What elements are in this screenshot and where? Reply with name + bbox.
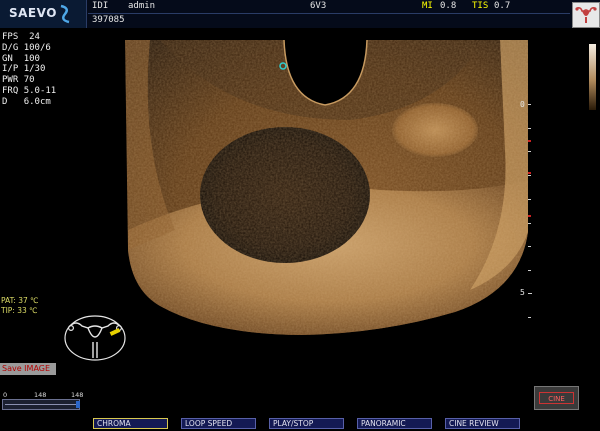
tip-temp: TIP: 33 ℃	[1, 306, 38, 315]
header-bar: SAEVO IDI admin 6V3 MI 0.8 TIS 0.7 39708…	[0, 0, 600, 28]
cine-slider[interactable]	[2, 399, 80, 410]
softkey-cine-review[interactable]: CINE REVIEW	[445, 418, 520, 429]
user-label: IDI	[92, 1, 109, 11]
param-pwr: PWR 70	[2, 75, 35, 86]
cine-label: CINE	[539, 392, 574, 404]
imaging-parameters: FPS 24 D/G 100/6 GN 100 I/P 1/30 PWR 70 …	[2, 32, 56, 108]
mi-label: MI	[422, 1, 433, 11]
param-depth: D 6.0cm	[2, 96, 51, 107]
depth-label-0: 0	[520, 100, 525, 109]
temperature-readout: PAT: 37 ℃ TIP: 33 ℃	[1, 296, 39, 316]
patient-temp: PAT: 37 ℃	[1, 296, 39, 305]
slider-track-line	[5, 404, 77, 405]
softkey-chroma[interactable]: CHROMA	[93, 418, 168, 429]
pelvic-bodymark-icon[interactable]	[62, 312, 128, 364]
uterus-button[interactable]	[572, 2, 600, 28]
logo: SAEVO	[0, 0, 87, 28]
user-name: admin	[128, 1, 156, 11]
header-row-top: IDI admin 6V3 MI 0.8 TIS 0.7	[88, 0, 570, 14]
slider-min: 0	[3, 391, 8, 399]
slider-handle[interactable]	[76, 401, 80, 408]
param-dg: D/G 100/6	[2, 42, 51, 53]
param-ip: I/P 1/30	[2, 64, 46, 75]
softkey-play-stop[interactable]: PLAY/STOP	[269, 418, 344, 429]
grayscale-bar	[589, 44, 596, 110]
header-row-bottom: 397085	[88, 14, 570, 27]
mi-value: 0.8	[440, 1, 457, 11]
uterus-icon	[575, 7, 597, 23]
softkey-panoramic[interactable]: PANORAMIC	[357, 418, 432, 429]
saevo-logo-icon	[60, 4, 70, 24]
param-frq: FRQ 5.0-11	[2, 85, 57, 96]
param-fps: FPS 24	[2, 32, 40, 42]
slider-max: 148	[71, 391, 84, 399]
logo-text: SAEVO	[9, 6, 57, 20]
cine-indicator[interactable]: CINE	[534, 386, 579, 410]
patient-id: 397085	[92, 15, 125, 25]
param-gn: GN 100	[2, 53, 40, 64]
probe-name: 6V3	[310, 1, 327, 11]
depth-label-5: 5	[520, 288, 525, 297]
tis-value: 0.7	[494, 1, 511, 11]
slider-mid: 148	[34, 391, 47, 399]
save-image-button[interactable]: Save IMAGE	[0, 363, 56, 375]
tis-label: TIS	[472, 1, 489, 11]
ultrasound-image[interactable]	[0, 0, 600, 431]
softkey-loop-speed[interactable]: LOOP SPEED	[181, 418, 256, 429]
